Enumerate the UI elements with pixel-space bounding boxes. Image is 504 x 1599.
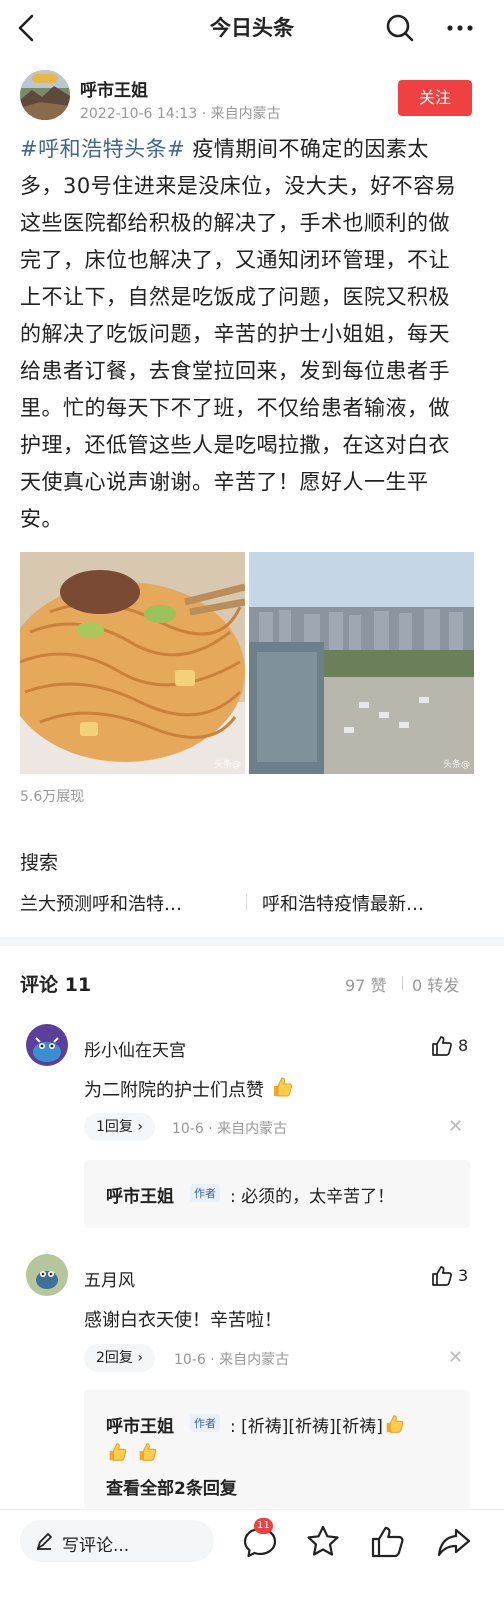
share-icon[interactable] xyxy=(434,1522,474,1562)
view-all-replies-link[interactable]: 查看全部2条回复 xyxy=(106,1474,237,1499)
back-icon[interactable] xyxy=(10,8,46,48)
author-badge: 作者 xyxy=(190,1414,220,1432)
reply-text: : [祈祷][祈祷][祈祷] xyxy=(230,1412,405,1440)
post-image-window-view[interactable]: 头条@ xyxy=(249,552,474,774)
commenter-avatar[interactable] xyxy=(26,1024,68,1066)
post-image-noodles[interactable]: 头条@ xyxy=(20,552,245,774)
thumbs-up-emoji-icon xyxy=(106,1441,128,1467)
comment-count-badge: 11 xyxy=(254,1518,273,1534)
close-icon[interactable]: ✕ xyxy=(448,1347,463,1368)
view-replies-button[interactable]: 1回复 › xyxy=(84,1113,155,1141)
reply-text: : 必须的，太辛苦了！ xyxy=(230,1187,395,1207)
comments-title: 评论 11 xyxy=(20,974,92,996)
suggestion-divider xyxy=(246,894,247,910)
more-icon[interactable] xyxy=(440,10,480,46)
search-suggestion[interactable]: 呼和浩特疫情最新… xyxy=(262,890,424,916)
comment-text: 感谢白衣天使！辛苦啦！ xyxy=(84,1310,282,1331)
likes-count[interactable]: 97 赞 xyxy=(345,972,386,996)
search-suggestion[interactable]: 兰大预测呼和浩特… xyxy=(20,890,182,916)
view-replies-button[interactable]: 2回复 › xyxy=(84,1344,155,1372)
view-count: 5.6万展现 xyxy=(20,789,85,805)
header-divider xyxy=(402,976,403,990)
thumbs-up-emoji-icon xyxy=(383,1413,405,1440)
author-avatar[interactable] xyxy=(20,70,70,120)
thumbs-up-icon[interactable] xyxy=(368,1522,408,1562)
hashtag-link[interactable]: #呼和浩特头条# xyxy=(20,137,185,161)
image-watermark: 头条@ xyxy=(213,760,241,770)
comment-like-button[interactable]: 3 xyxy=(430,1264,480,1290)
comment-text: 为二附院的护士们点赞 xyxy=(84,1075,294,1104)
write-comment-input[interactable]: 写评论... xyxy=(20,1520,214,1562)
reply-author-name[interactable]: 呼市王姐 xyxy=(106,1182,174,1207)
forwards-count[interactable]: 0 转发 xyxy=(412,972,459,996)
image-watermark: 头条@ xyxy=(442,760,470,770)
thumbs-up-emoji-icon xyxy=(136,1441,158,1467)
thumbs-up-icon xyxy=(432,1036,452,1056)
reply-preview[interactable]: 呼市王姐 作者 : [祈祷][祈祷][祈祷] 查看全部2条回复 xyxy=(84,1390,470,1508)
commenter-name[interactable]: 五月风 xyxy=(84,1266,135,1291)
write-comment-placeholder: 写评论... xyxy=(62,1536,130,1556)
thumbs-up-emoji-icon xyxy=(270,1075,294,1104)
commenter-avatar[interactable] xyxy=(26,1254,68,1296)
post-body: #呼和浩特头条# 疫情期间不确定的因素太多，30号住进来是没床位，没大夫，好不容… xyxy=(20,131,466,538)
thumbs-up-icon xyxy=(432,1266,452,1286)
reply-preview[interactable]: 呼市王姐 作者 : 必须的，太辛苦了！ xyxy=(84,1160,470,1228)
top-nav-bar: 今日头条 xyxy=(0,0,504,56)
comment-like-count: 8 xyxy=(458,1036,469,1055)
page-title: 今日头条 xyxy=(210,16,294,40)
commenter-name[interactable]: 彤小仙在天宫 xyxy=(84,1036,186,1061)
post-text: 疫情期间不确定的因素太多，30号住进来是没床位，没大夫，好不容易这些医院都给积极… xyxy=(20,137,457,531)
comment-meta: 10-6 · 来自内蒙古 xyxy=(174,1352,290,1368)
reply-author-name[interactable]: 呼市王姐 xyxy=(106,1412,174,1437)
author-row: 呼市王姐 2022-10-6 14:13 · 来自内蒙古 关注 xyxy=(20,70,484,126)
bottom-action-bar: 写评论... 11 xyxy=(0,1509,504,1599)
author-name[interactable]: 呼市王姐 xyxy=(80,76,148,101)
author-badge: 作者 xyxy=(190,1184,220,1202)
comment-like-count: 3 xyxy=(458,1266,469,1285)
pen-icon xyxy=(34,1531,54,1555)
search-section-title: 搜索 xyxy=(20,852,59,874)
section-separator xyxy=(0,937,504,946)
star-icon[interactable] xyxy=(303,1522,343,1562)
search-icon[interactable] xyxy=(382,10,418,46)
post-timestamp-location: 2022-10-6 14:13 · 来自内蒙古 xyxy=(80,106,281,122)
close-icon[interactable]: ✕ xyxy=(448,1116,463,1137)
comment-like-button[interactable]: 8 xyxy=(430,1034,480,1060)
comment-meta: 10-6 · 来自内蒙古 xyxy=(172,1121,288,1137)
follow-button[interactable]: 关注 xyxy=(398,80,472,116)
comment-icon[interactable]: 11 xyxy=(240,1518,280,1562)
